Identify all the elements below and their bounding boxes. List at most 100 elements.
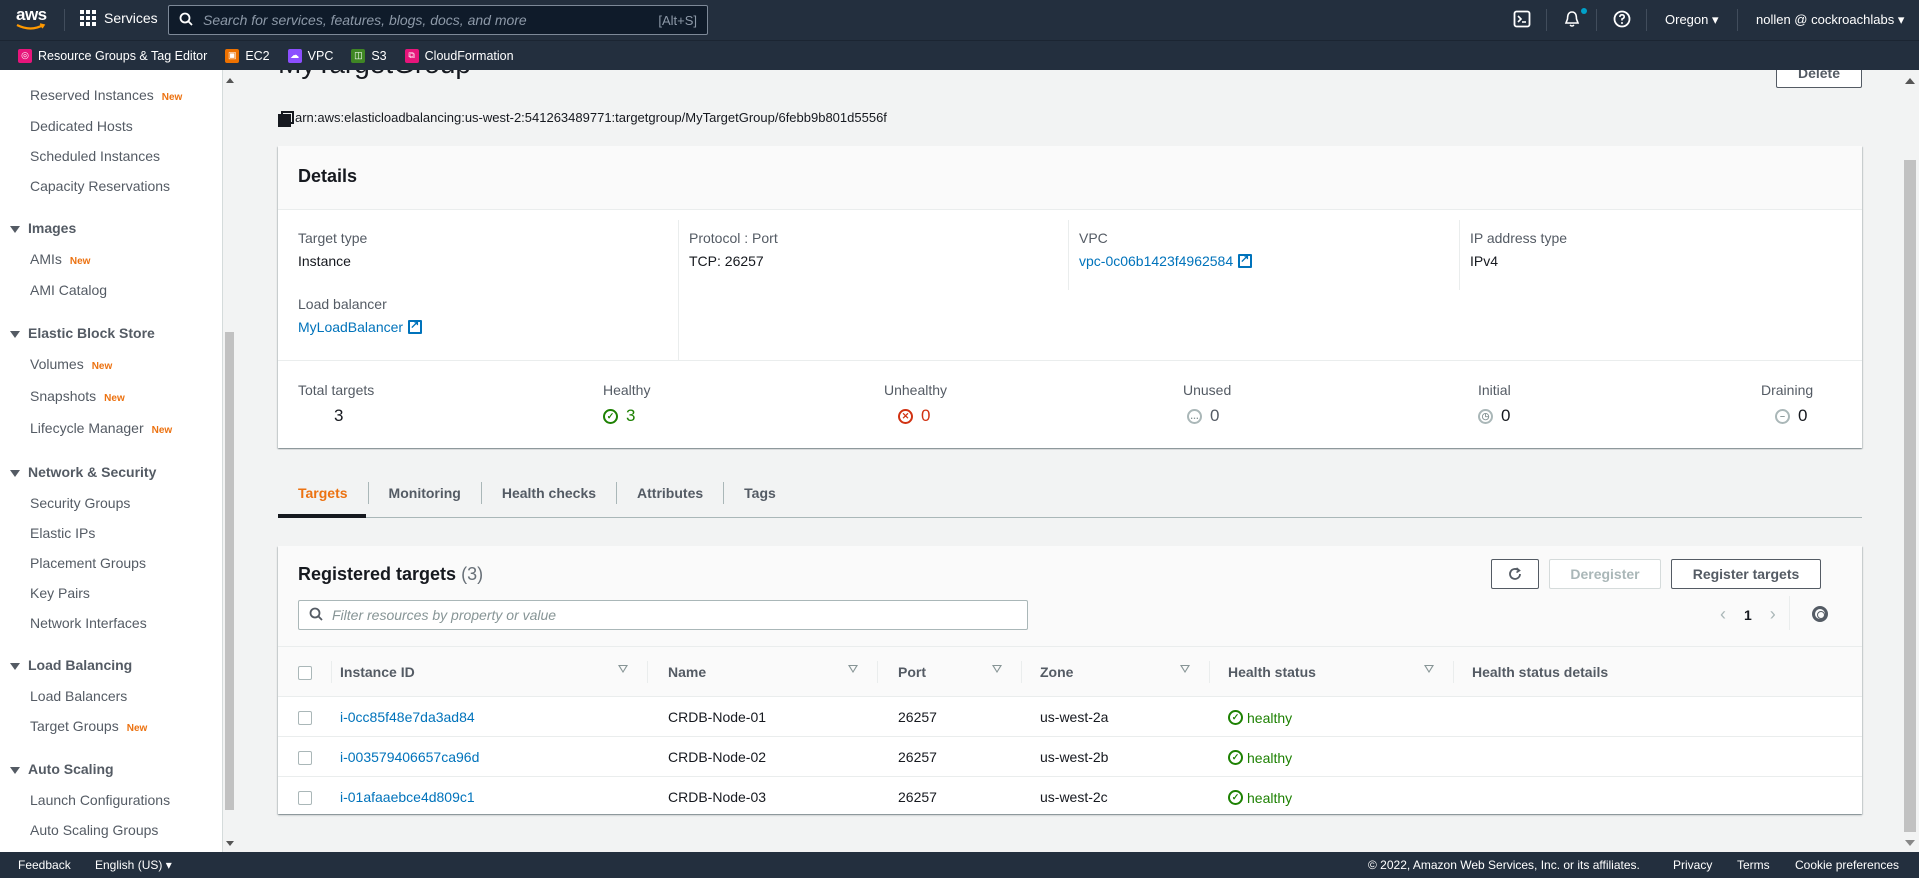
main-scrollbar[interactable] xyxy=(1900,70,1919,852)
scroll-down-icon[interactable] xyxy=(226,841,234,846)
sidebar-item-label: Target Groups xyxy=(30,718,119,734)
favorite-resource-groups[interactable]: ◎ Resource Groups & Tag Editor xyxy=(18,48,207,63)
sidebar-item-capacity-reservations[interactable]: Capacity Reservations xyxy=(30,178,170,194)
sidebar-item-security-groups[interactable]: Security Groups xyxy=(30,495,130,511)
col-instance-id[interactable]: Instance ID xyxy=(332,646,648,697)
refresh-button[interactable] xyxy=(1491,559,1539,589)
favorite-s3[interactable]: ◫ S3 xyxy=(351,48,387,63)
sidebar-item-label: Capacity Reservations xyxy=(30,178,171,194)
sidebar-group-images[interactable]: Images xyxy=(10,220,76,236)
deregister-button[interactable]: Deregister xyxy=(1549,559,1661,589)
sidebar-item-load-balancers[interactable]: Load Balancers xyxy=(30,688,127,704)
terms-link[interactable]: Terms xyxy=(1737,858,1770,872)
tab-monitoring[interactable]: Monitoring xyxy=(369,481,482,504)
sort-icon[interactable] xyxy=(992,665,1002,673)
feedback-link[interactable]: Feedback xyxy=(18,858,71,872)
sidebar-group-load-balancing[interactable]: Load Balancing xyxy=(10,657,132,673)
col-health-status[interactable]: Health status xyxy=(1210,646,1454,697)
sidebar-item-placement-groups[interactable]: Placement Groups xyxy=(30,555,146,571)
tab-health-checks[interactable]: Health checks xyxy=(482,481,618,504)
main-scroll-thumb[interactable] xyxy=(1904,160,1916,832)
caret-down-icon: ▾ xyxy=(165,858,172,872)
region-selector[interactable]: Oregon ▾ xyxy=(1665,12,1719,28)
sort-icon[interactable] xyxy=(618,665,628,673)
services-label: Services xyxy=(104,10,158,26)
sort-icon[interactable] xyxy=(848,665,858,673)
copy-icon[interactable] xyxy=(278,111,294,127)
scroll-down-icon[interactable] xyxy=(1905,840,1915,846)
sidebar-item-scheduled-instances[interactable]: Scheduled Instances xyxy=(30,148,160,164)
row-checkbox[interactable] xyxy=(298,790,312,805)
sidebar-group-label: Load Balancing xyxy=(28,657,133,673)
col-zone[interactable]: Zone xyxy=(1022,646,1210,697)
global-search-input[interactable]: Search for services, features, blogs, do… xyxy=(168,5,708,35)
sidebar-item-auto-scaling-groups[interactable]: Auto Scaling Groups xyxy=(30,822,158,838)
favorite-vpc[interactable]: ☁ VPC xyxy=(287,48,333,63)
register-targets-button[interactable]: Register targets xyxy=(1671,559,1821,589)
help-icon[interactable] xyxy=(1613,10,1633,30)
privacy-link[interactable]: Privacy xyxy=(1673,858,1712,872)
gear-icon[interactable] xyxy=(1812,606,1828,622)
favorite-ec2[interactable]: ▣ EC2 xyxy=(225,48,270,63)
pager-divider xyxy=(1789,596,1790,630)
sort-icon[interactable] xyxy=(1180,665,1190,673)
sidebar-item-ami-catalog[interactable]: AMI Catalog xyxy=(30,282,107,298)
tab-tags[interactable]: Tags xyxy=(724,482,796,504)
row-checkbox[interactable] xyxy=(298,750,312,765)
stat-healthy: Healthy ✓ 3 xyxy=(603,382,650,426)
sidebar-item-label: Launch Configurations xyxy=(30,792,171,808)
sidebar-item-label: Load Balancers xyxy=(30,688,128,704)
scroll-up-icon[interactable] xyxy=(226,78,234,83)
sidebar-group-auto-scaling[interactable]: Auto Scaling xyxy=(10,761,114,777)
cloudshell-icon[interactable] xyxy=(1513,10,1533,30)
arn-value: arn:aws:elasticloadbalancing:us-west-2:5… xyxy=(295,110,887,125)
sidebar-item-label: Reserved Instances xyxy=(30,87,154,103)
language-selector[interactable]: English (US) ▾ xyxy=(95,858,172,872)
aws-logo[interactable]: aws xyxy=(16,6,50,34)
row-checkbox[interactable] xyxy=(298,710,312,725)
sidebar-item-elastic-ips[interactable]: Elastic IPs xyxy=(30,525,95,541)
targets-table: Instance ID Name Port Zone Health status… xyxy=(278,646,1862,817)
sidebar-item-network-interfaces[interactable]: Network Interfaces xyxy=(30,615,147,631)
vpc-link[interactable]: vpc-0c06b1423f4962584 xyxy=(1079,253,1233,269)
chevron-left-icon[interactable]: ‹ xyxy=(1720,604,1726,625)
scroll-up-icon[interactable] xyxy=(1905,78,1915,84)
tab-attributes[interactable]: Attributes xyxy=(617,481,725,504)
sidebar-scrollbar[interactable] xyxy=(222,70,236,852)
sidebar-group-elastic-block-store[interactable]: Elastic Block Store xyxy=(10,325,155,341)
instance-id-link[interactable]: i-01afaaebce4d809c1 xyxy=(340,789,475,805)
sidebar-item-volumes[interactable]: Volumes New xyxy=(30,356,112,372)
user-label: nollen @ cockroachlabs xyxy=(1756,12,1895,27)
sidebar-item-snapshots[interactable]: Snapshots New xyxy=(30,388,125,404)
copyright-text: © 2022, Amazon Web Services, Inc. or its… xyxy=(1368,858,1640,872)
sort-icon[interactable] xyxy=(1424,665,1434,673)
filter-input[interactable]: Filter resources by property or value xyxy=(298,600,1028,630)
sidebar-group-network-security[interactable]: Network & Security xyxy=(10,464,156,480)
sidebar-item-launch-configurations[interactable]: Launch Configurations xyxy=(30,792,170,808)
tab-targets[interactable]: Targets xyxy=(278,481,369,504)
sidebar-item-lifecycle-manager[interactable]: Lifecycle Manager New xyxy=(30,420,172,436)
sidebar-item-amis[interactable]: AMIs New xyxy=(30,251,90,267)
favorite-cloudformation[interactable]: ⧉ CloudFormation xyxy=(404,48,514,63)
instance-id-link[interactable]: i-003579406657ca96d xyxy=(340,749,479,765)
page-number[interactable]: 1 xyxy=(1744,607,1752,623)
col-name[interactable]: Name xyxy=(648,646,878,697)
pagination: ‹ 1 › xyxy=(1720,604,1776,625)
services-menu-button[interactable]: Services xyxy=(80,10,158,26)
load-balancer-link[interactable]: MyLoadBalancer xyxy=(298,319,403,335)
sidebar-item-reserved-instances[interactable]: Reserved Instances New xyxy=(30,87,182,103)
delete-button[interactable]: Delete xyxy=(1776,70,1862,88)
sidebar-item-target-groups[interactable]: Target Groups New xyxy=(30,718,147,734)
instance-id-link[interactable]: i-0cc85f48e7da3ad84 xyxy=(340,709,475,725)
select-all-checkbox[interactable] xyxy=(298,665,312,680)
sidebar-item-dedicated-hosts[interactable]: Dedicated Hosts xyxy=(30,118,133,134)
sidebar-item-key-pairs[interactable]: Key Pairs xyxy=(30,585,90,601)
ip-address-type-field: IP address type IPv4 xyxy=(1470,230,1567,269)
cookie-preferences-link[interactable]: Cookie preferences xyxy=(1795,858,1899,872)
bell-icon[interactable] xyxy=(1563,8,1587,30)
sidebar-scroll-thumb[interactable] xyxy=(225,332,234,810)
chevron-right-icon[interactable]: › xyxy=(1770,604,1776,625)
col-port[interactable]: Port xyxy=(878,646,1022,697)
account-menu[interactable]: nollen @ cockroachlabs ▾ xyxy=(1756,12,1904,28)
favorite-label: EC2 xyxy=(245,48,270,63)
